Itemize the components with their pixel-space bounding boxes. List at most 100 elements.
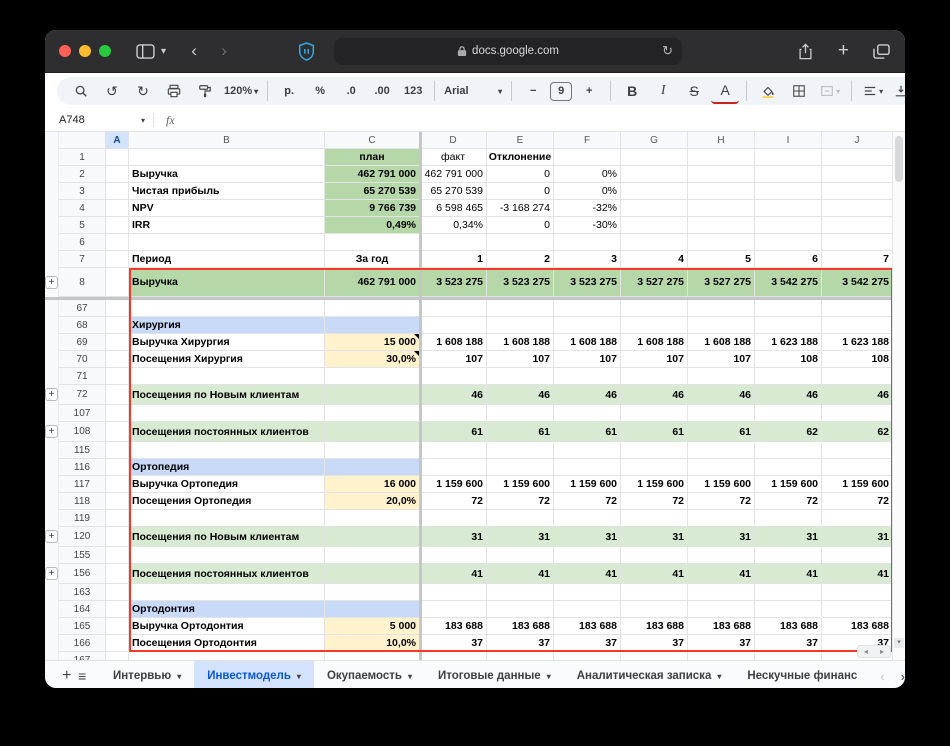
cell-J8[interactable]: 3 542 275 <box>822 268 893 297</box>
row-number[interactable]: 72 <box>59 385 106 405</box>
forward-button[interactable]: › <box>214 41 234 61</box>
cell-F116[interactable] <box>554 459 621 476</box>
cell-F120[interactable]: 31 <box>554 527 621 547</box>
cell-I116[interactable] <box>755 459 822 476</box>
chevron-down-icon[interactable]: ▾ <box>297 672 301 681</box>
cell-G155[interactable] <box>621 547 688 564</box>
cell-J3[interactable] <box>822 183 893 200</box>
cell-C118[interactable]: 20,0% <box>325 493 420 510</box>
cell-C72[interactable] <box>325 385 420 405</box>
sheet-tab-Итоговые данные[interactable]: Итоговые данные▾ <box>425 661 564 688</box>
vertical-scrollbar[interactable]: ▾ <box>892 132 905 660</box>
font-select[interactable]: Arial▾ <box>442 79 504 103</box>
cell-B8[interactable]: Выручка <box>129 268 325 297</box>
cell-E156[interactable]: 41 <box>487 564 554 584</box>
cell-D108[interactable]: 61 <box>420 422 487 442</box>
cell-G117[interactable]: 1 159 600 <box>621 476 688 493</box>
cell-F71[interactable] <box>554 368 621 385</box>
cell-D165[interactable]: 183 688 <box>420 618 487 635</box>
row-number[interactable]: 5 <box>59 217 106 234</box>
cell-H71[interactable] <box>688 368 755 385</box>
cell-J7[interactable]: 7 <box>822 251 893 268</box>
cell-H70[interactable]: 107 <box>688 351 755 368</box>
cell-D166[interactable]: 37 <box>420 635 487 652</box>
cell-E116[interactable] <box>487 459 554 476</box>
cell-H7[interactable]: 5 <box>688 251 755 268</box>
select-all-corner[interactable] <box>59 132 106 149</box>
cell-G69[interactable]: 1 608 188 <box>621 334 688 351</box>
cell-F72[interactable]: 46 <box>554 385 621 405</box>
cell-G115[interactable] <box>621 442 688 459</box>
cell-C166[interactable]: 10,0% <box>325 635 420 652</box>
more-formats-button[interactable]: 123 <box>399 79 427 103</box>
cell-B68[interactable]: Хирургия <box>129 317 325 334</box>
cell-B2[interactable]: Выручка <box>129 166 325 183</box>
cell-H167[interactable] <box>688 652 755 660</box>
cell-E69[interactable]: 1 608 188 <box>487 334 554 351</box>
row-number[interactable]: 164 <box>59 601 106 618</box>
cell-B165[interactable]: Выручка Ортодонтия <box>129 618 325 635</box>
cell-D8[interactable]: 3 523 275 <box>420 268 487 297</box>
cell-B3[interactable]: Чистая прибыль <box>129 183 325 200</box>
cell-E119[interactable] <box>487 510 554 527</box>
cell-G4[interactable] <box>621 200 688 217</box>
font-size-input[interactable]: 9 <box>550 82 572 101</box>
scrollbar-down-icon[interactable]: ▾ <box>894 638 904 648</box>
cell-J164[interactable] <box>822 601 893 618</box>
cell-A7[interactable] <box>106 251 129 268</box>
row-number[interactable]: 118 <box>59 493 106 510</box>
cell-H68[interactable] <box>688 317 755 334</box>
decrease-decimal-button[interactable]: .0 <box>337 79 365 103</box>
expand-group-button[interactable]: + <box>45 276 58 289</box>
cell-D6[interactable] <box>420 234 487 251</box>
redo-icon[interactable]: ↻ <box>129 79 157 103</box>
cell-F6[interactable] <box>554 234 621 251</box>
cell-C70[interactable]: 30,0% <box>325 351 420 368</box>
cell-I1[interactable] <box>755 149 822 166</box>
cell-I108[interactable]: 62 <box>755 422 822 442</box>
row-number[interactable]: 167 <box>59 652 106 660</box>
cell-E107[interactable] <box>487 405 554 422</box>
cell-C117[interactable]: 16 000 <box>325 476 420 493</box>
cell-D70[interactable]: 107 <box>420 351 487 368</box>
cell-D2[interactable]: 462 791 000 <box>420 166 487 183</box>
decrease-font-size-button[interactable]: − <box>519 79 547 103</box>
cell-D7[interactable]: 1 <box>420 251 487 268</box>
sheet-tab-Окупаемость[interactable]: Окупаемость▾ <box>314 661 425 688</box>
address-bar[interactable]: docs.google.com ↻ <box>334 38 682 65</box>
row-number[interactable]: 68 <box>59 317 106 334</box>
cell-G7[interactable]: 4 <box>621 251 688 268</box>
text-color-button[interactable]: A <box>711 78 739 104</box>
row-number[interactable]: 166 <box>59 635 106 652</box>
cell-E117[interactable]: 1 159 600 <box>487 476 554 493</box>
cell-F3[interactable]: 0% <box>554 183 621 200</box>
cell-A165[interactable] <box>106 618 129 635</box>
cell-A107[interactable] <box>106 405 129 422</box>
cell-C69[interactable]: 15 000 <box>325 334 420 351</box>
row-number[interactable]: 120 <box>59 527 106 547</box>
increase-decimal-button[interactable]: .00 <box>368 79 396 103</box>
cell-A72[interactable] <box>106 385 129 405</box>
cell-J2[interactable] <box>822 166 893 183</box>
column-header-B[interactable]: B <box>129 132 325 149</box>
cell-C3[interactable]: 65 270 539 <box>325 183 420 200</box>
cell-I167[interactable] <box>755 652 822 660</box>
cell-F70[interactable]: 107 <box>554 351 621 368</box>
undo-icon[interactable]: ↺ <box>98 79 126 103</box>
cell-I107[interactable] <box>755 405 822 422</box>
cell-J71[interactable] <box>822 368 893 385</box>
cell-I164[interactable] <box>755 601 822 618</box>
cell-G72[interactable]: 46 <box>621 385 688 405</box>
cell-A116[interactable] <box>106 459 129 476</box>
cell-A71[interactable] <box>106 368 129 385</box>
cell-J68[interactable] <box>822 317 893 334</box>
cell-F108[interactable]: 61 <box>554 422 621 442</box>
cell-G167[interactable] <box>621 652 688 660</box>
cell-F8[interactable]: 3 523 275 <box>554 268 621 297</box>
cell-E166[interactable]: 37 <box>487 635 554 652</box>
cell-H155[interactable] <box>688 547 755 564</box>
cell-H118[interactable]: 72 <box>688 493 755 510</box>
cell-E1[interactable]: Отклонение <box>487 149 554 166</box>
cell-H6[interactable] <box>688 234 755 251</box>
cell-F166[interactable]: 37 <box>554 635 621 652</box>
